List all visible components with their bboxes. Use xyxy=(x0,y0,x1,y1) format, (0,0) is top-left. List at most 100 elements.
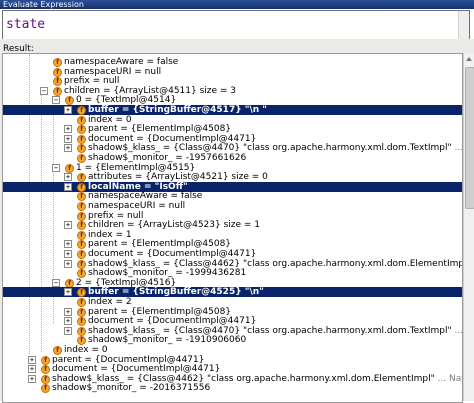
tree-row[interactable]: + f parent = {ElementImpl@4508} xyxy=(3,124,462,135)
expand-toggle-icon[interactable]: + xyxy=(64,144,72,153)
tree-row[interactable]: + f shadow$_klass_ = {Class@4470} "class o… xyxy=(3,326,462,336)
field-name: buffer xyxy=(88,287,119,298)
expression-input[interactable] xyxy=(6,15,446,33)
tree-row[interactable]: f index = 0 xyxy=(3,115,462,125)
tree-row[interactable]: + f localName = "IsOff" xyxy=(3,181,462,192)
expand-toggle-icon[interactable]: + xyxy=(64,326,72,335)
tree-row[interactable]: + f parent = {ElementImpl@4508} xyxy=(3,239,462,250)
tree-row-content: buffer = {StringBuffer@4517} "\n " xyxy=(88,105,267,115)
expand-toggle-icon[interactable]: + xyxy=(28,355,36,364)
tree-row-content: document = {DocumentImpl@4471} xyxy=(52,364,220,374)
expand-toggle-icon[interactable]: + xyxy=(64,221,72,230)
tree-row[interactable]: + f document = {DocumentImpl@4471} xyxy=(3,134,462,144)
collapse-toggle-icon[interactable]: − xyxy=(52,278,60,287)
tree-row[interactable]: − f 0 = {TextImpl@4514} xyxy=(3,95,462,106)
tree-row[interactable]: f shadow$_monitor_ = -2016371556 xyxy=(3,383,462,394)
tree-row[interactable]: + f shadow$_klass_ = {Class@4462} "class o… xyxy=(3,259,462,269)
tree-row[interactable]: + f buffer = {StringBuffer@4525} "\n" xyxy=(3,287,462,298)
tree-row-content: index = 1 xyxy=(88,230,132,240)
tree-row-content: children = {ArrayList@4511} size = 3 xyxy=(64,86,236,96)
expand-toggle-icon[interactable]: + xyxy=(64,288,72,297)
collapse-toggle-icon[interactable]: − xyxy=(52,96,60,105)
expand-toggle-icon[interactable]: + xyxy=(64,307,72,316)
tree-row[interactable]: f index = 2 xyxy=(3,297,462,307)
expand-toggle-icon[interactable]: + xyxy=(64,125,72,134)
tree-row[interactable]: + f children = {ArrayList@4523} size = 1 xyxy=(3,220,462,231)
expand-toggle-icon[interactable]: + xyxy=(64,106,72,114)
tree-row-content: shadow$_klass_ = {Class@4470} "class org… xyxy=(88,143,462,153)
navigate-link[interactable]: ... Navigate xyxy=(452,326,462,336)
field-value: = {TextImpl@4514} xyxy=(81,95,177,106)
tree-row-content: children = {ArrayList@4523} size = 1 xyxy=(88,220,260,230)
tree-row[interactable]: + f shadow$_klass_ = {Class@4470} "class o… xyxy=(3,143,462,154)
tree-row[interactable]: f prefix = null xyxy=(3,76,462,87)
field-value: = 1 xyxy=(112,229,132,240)
tree-row[interactable]: f shadow$_monitor_ = -1957661626 xyxy=(3,153,462,163)
field-name: shadow$_monitor_ xyxy=(52,383,137,394)
field-value: = {DocumentImpl@4471} xyxy=(133,249,257,259)
tree-row[interactable]: f prefix = null xyxy=(3,211,462,221)
expression-scrollbar[interactable] xyxy=(458,11,469,39)
field-value: = -1957661626 xyxy=(172,153,247,163)
field-name: namespaceURI xyxy=(88,201,156,211)
field-name: index xyxy=(88,114,113,125)
field-name: shadow$_monitor_ xyxy=(88,335,173,346)
expand-toggle-icon[interactable]: + xyxy=(64,259,72,268)
tree-row-content: 0 = {TextImpl@4514} xyxy=(76,95,176,105)
navigate-link[interactable]: ... Navigate xyxy=(435,374,462,384)
field-name: shadow$_klass_ xyxy=(88,258,160,269)
tree-row[interactable]: + f parent = {DocumentImpl@4471} xyxy=(3,355,462,365)
scroll-thumb[interactable] xyxy=(465,67,474,209)
navigate-link[interactable]: ... Navigate xyxy=(452,143,462,153)
tree-row-content: namespaceAware = false xyxy=(88,191,202,201)
tree-row-content: document = {DocumentImpl@4471} xyxy=(88,249,256,259)
tree-row[interactable]: f shadow$_monitor_ = -1999436281 xyxy=(3,268,462,279)
collapse-toggle-icon[interactable]: − xyxy=(40,86,48,95)
result-tree[interactable]: f namespaceAware = false f namespaceURI = n… xyxy=(2,53,463,403)
tree-row[interactable]: − f 2 = {TextImpl@4516} xyxy=(3,278,462,288)
expand-toggle-icon[interactable]: + xyxy=(64,173,72,182)
field-name: shadow$_monitor_ xyxy=(88,268,173,279)
tree-row[interactable]: + f document = {DocumentImpl@4471} xyxy=(3,316,462,327)
tree-row[interactable]: f namespaceAware = false xyxy=(3,191,462,202)
tree-row[interactable]: + f buffer = {StringBuffer@4517} "\n " xyxy=(3,105,462,115)
expand-toggle-icon[interactable]: + xyxy=(64,182,72,191)
tree-row[interactable]: f index = 0 xyxy=(3,345,462,355)
expand-toggle-icon[interactable]: + xyxy=(64,317,72,326)
tree-row[interactable]: f namespaceURI = null xyxy=(3,201,462,211)
tree-vertical-scrollbar[interactable] xyxy=(463,53,474,401)
tree-row-content: shadow$_monitor_ = -1957661626 xyxy=(88,153,246,163)
scroll-up-arrow-icon[interactable] xyxy=(466,57,472,61)
field-value: = {DocumentImpl@4471} xyxy=(133,133,257,144)
tree-row[interactable]: + f parent = {ElementImpl@4508} xyxy=(3,307,462,317)
collapse-toggle-icon[interactable]: − xyxy=(52,163,60,172)
tree-row-content: parent = {ElementImpl@4508} xyxy=(88,239,231,249)
tree-row[interactable]: − f 1 = {ElementImpl@4515} xyxy=(3,163,462,173)
tree-row-content: prefix = null xyxy=(88,211,143,221)
expand-toggle-icon[interactable]: + xyxy=(64,240,72,249)
expand-toggle-icon[interactable]: + xyxy=(64,250,72,258)
tree-row[interactable]: + f attributes = {ArrayList@4521} size = 0 xyxy=(3,172,462,183)
tree-row[interactable]: f namespaceAware = false xyxy=(3,57,462,67)
field-name: localName xyxy=(88,181,141,192)
field-value: = {Class@4462} "class org.apache.harmony… xyxy=(159,258,463,269)
tree-row-content: index = 0 xyxy=(64,345,108,355)
expand-toggle-icon[interactable]: + xyxy=(28,365,36,374)
field-value: = {ElementImpl@4508} xyxy=(117,124,232,135)
tree-row-content: document = {DocumentImpl@4471} xyxy=(88,134,256,144)
tree-row[interactable]: f index = 1 xyxy=(3,230,462,240)
tree-row[interactable]: + f document = {DocumentImpl@4471} xyxy=(3,249,462,259)
field-value: = null xyxy=(131,66,162,77)
tree-row[interactable]: − f children = {ArrayList@4511} size = 3 xyxy=(3,86,462,96)
field-value: = "IsOff" xyxy=(140,181,188,192)
tree-row[interactable]: f shadow$_monitor_ = -1910906060 xyxy=(3,335,462,346)
tree-row[interactable]: + f document = {DocumentImpl@4471} xyxy=(3,364,462,375)
expand-toggle-icon[interactable]: + xyxy=(28,374,36,383)
tree-row[interactable]: + f shadow$_klass_ = {Class@4462} "class o… xyxy=(3,374,462,384)
expression-editor[interactable] xyxy=(2,10,470,40)
expand-toggle-icon[interactable]: + xyxy=(64,134,72,143)
tree-row-content: shadow$_monitor_ = -2016371556 xyxy=(52,383,210,393)
tree-row[interactable]: f namespaceURI = null xyxy=(3,67,462,77)
field-value: = null xyxy=(155,201,186,211)
window-title: Evaluate Expression xyxy=(3,0,84,9)
